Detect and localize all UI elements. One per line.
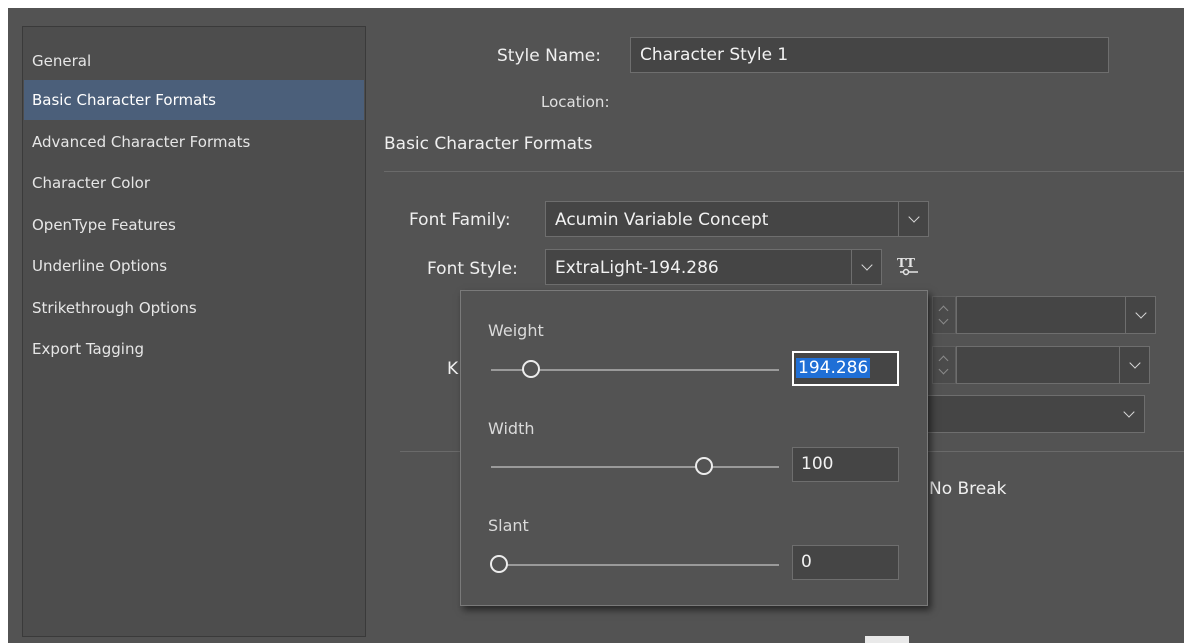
chevron-down-icon [1128,357,1141,369]
checkbox[interactable] [865,636,909,643]
case-dropdown[interactable] [905,395,1145,433]
variable-font-icon[interactable]: T T [896,253,922,279]
no-break-label[interactable]: No Break [929,479,1007,499]
sidebar-item-character-color[interactable]: Character Color [24,163,364,203]
sidebar-item-basic-character-formats[interactable]: Basic Character Formats [24,80,364,120]
chevron-down-icon [1134,307,1147,319]
slant-slider-track[interactable] [491,564,779,566]
sidebar-item-advanced-character-formats[interactable]: Advanced Character Formats [24,122,364,162]
chevron-down-icon [907,211,920,223]
case-dropdown-button[interactable] [1114,396,1144,432]
size-dropdown-button[interactable] [1125,297,1155,333]
weight-label: Weight [488,321,544,340]
width-slider-handle[interactable] [695,457,713,475]
sidebar-item-strikethrough-options[interactable]: Strikethrough Options [24,288,364,328]
kerning-dropdown[interactable] [956,346,1150,384]
width-label: Width [488,419,535,438]
font-style-label: Font Style: [427,259,518,279]
font-family-label: Font Family: [409,210,511,230]
chevron-down-icon [1123,406,1135,418]
kerning-dropdown-button[interactable] [1119,347,1149,383]
slant-slider-handle[interactable] [490,555,508,573]
slant-label: Slant [488,516,529,535]
variable-font-popup: Weight 194.286 Width 100 Slant 0 [460,290,928,606]
location-label: Location: [541,93,610,111]
size-dropdown[interactable] [956,296,1156,334]
section-divider [384,171,1184,172]
width-slider-track[interactable] [491,466,779,468]
size-stepper[interactable] [932,296,956,334]
sidebar-item-opentype-features[interactable]: OpenType Features [24,205,364,245]
svg-text:T: T [906,256,915,270]
sidebar-item-export-tagging[interactable]: Export Tagging [24,329,364,369]
width-input[interactable]: 100 [792,447,899,482]
font-family-dropdown-button[interactable] [898,202,928,236]
font-style-value: ExtraLight-194.286 [555,258,719,278]
section-title: Basic Character Formats [384,134,593,154]
kerning-label: K [447,359,459,379]
slant-input[interactable]: 0 [792,545,899,580]
sidebar-item-underline-options[interactable]: Underline Options [24,246,364,286]
sidebar-item-general[interactable]: General [24,41,364,81]
weight-slider-handle[interactable] [522,360,540,378]
weight-input[interactable]: 194.286 [792,351,899,386]
font-family-value: Acumin Variable Concept [555,210,769,230]
category-sidebar: General Basic Character Formats Advanced… [22,26,366,637]
style-name-label: Style Name: [497,46,601,66]
svg-text:T: T [897,256,906,270]
kerning-stepper[interactable] [932,346,956,384]
style-name-input[interactable]: Character Style 1 [630,37,1109,73]
font-style-dropdown[interactable]: ExtraLight-194.286 [545,249,882,285]
font-family-dropdown[interactable]: Acumin Variable Concept [545,201,929,237]
chevron-down-icon [860,259,873,271]
font-style-dropdown-button[interactable] [851,250,881,284]
